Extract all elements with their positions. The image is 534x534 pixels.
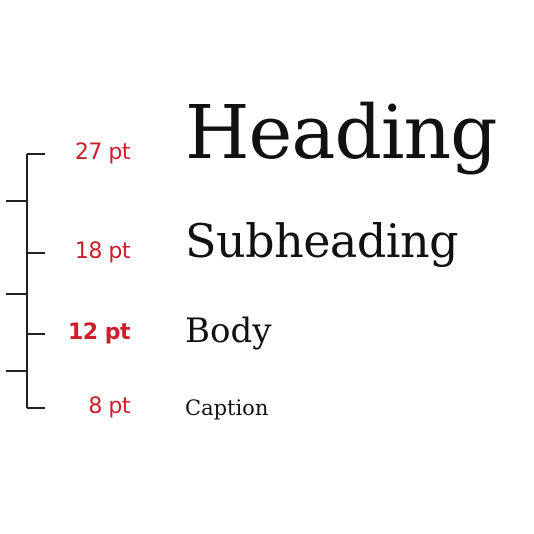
size-label-heading: 27 pt — [74, 140, 131, 165]
size-label-body: 12 pt — [67, 320, 131, 345]
sample-heading: Heading — [185, 90, 498, 176]
size-label-caption: 8 pt — [88, 394, 130, 419]
sample-caption: Caption — [185, 396, 269, 420]
size-label-subheading: 18 pt — [74, 239, 131, 264]
sample-body: Body — [185, 311, 272, 351]
sample-subheading: Subheading — [185, 214, 459, 268]
